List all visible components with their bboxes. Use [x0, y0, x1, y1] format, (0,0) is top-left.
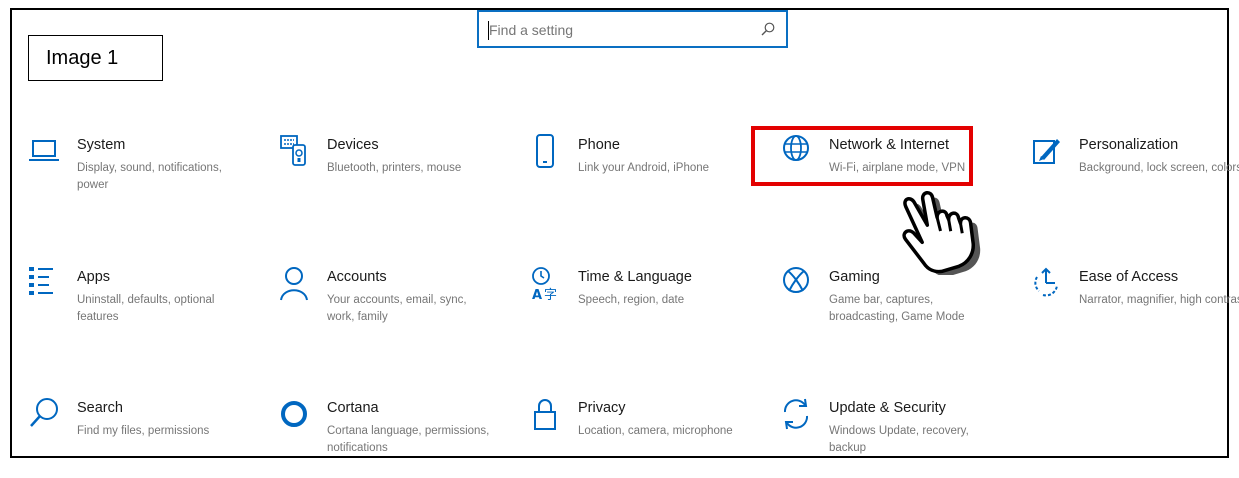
update-icon — [779, 398, 813, 438]
settings-tile-phone[interactable]: Phone Link your Android, iPhone — [528, 134, 758, 215]
search-icon[interactable] — [760, 21, 776, 37]
tile-title: Phone — [578, 137, 620, 153]
xbox-icon — [779, 267, 813, 307]
search-input[interactable] — [489, 18, 759, 42]
laptop-icon — [27, 135, 61, 175]
svg-text:字: 字 — [544, 288, 557, 303]
tile-title: Cortana — [327, 400, 379, 416]
screenshot-frame — [10, 8, 1229, 458]
tile-title: Time & Language — [578, 269, 692, 285]
tile-description: Your accounts, email, sync, work, family — [327, 294, 467, 323]
settings-tile-personalization[interactable]: Personalization Background, lock screen,… — [1029, 135, 1239, 215]
cortana-icon — [277, 398, 311, 438]
tile-description: Link your Android, iPhone — [578, 162, 710, 174]
settings-tile-system[interactable]: System Display, sound, notifications, po… — [27, 135, 257, 215]
settings-tile-update-security[interactable]: Update & Security Windows Update, recove… — [779, 398, 1009, 478]
phone-icon — [528, 134, 562, 175]
tile-description: Game bar, captures, broadcasting, Game M… — [829, 294, 965, 323]
tile-title: Apps — [77, 269, 111, 285]
tile-title: Accounts — [327, 269, 387, 285]
tile-title: Update & Security — [829, 400, 946, 416]
tile-description: Background, lock screen, colors — [1079, 162, 1239, 174]
magnifier-icon — [27, 398, 61, 438]
search-box[interactable] — [477, 10, 788, 48]
tile-title: Search — [77, 400, 123, 416]
tile-description: Display, sound, notifications, power — [77, 162, 222, 191]
tile-description: Speech, region, date — [578, 294, 685, 306]
settings-tile-devices[interactable]: Devices Bluetooth, printers, mouse — [277, 135, 507, 215]
settings-tile-accounts[interactable]: Accounts Your accounts, email, sync, wor… — [277, 267, 507, 347]
person-icon — [277, 267, 311, 307]
tile-title: System — [77, 137, 126, 153]
image-label: Image 1 — [28, 35, 163, 81]
tile-title: Privacy — [578, 400, 626, 416]
tile-description: Uninstall, defaults, optional features — [77, 294, 215, 323]
settings-tile-privacy[interactable]: Privacy Location, camera, microphone — [528, 398, 758, 478]
tile-description: Location, camera, microphone — [578, 425, 733, 437]
pointing-hand-icon — [902, 191, 981, 275]
time-language-icon: A 字 — [528, 267, 562, 307]
tile-title: Ease of Access — [1079, 269, 1179, 285]
tile-description: Find my files, permissions — [77, 425, 210, 437]
settings-tile-cortana[interactable]: Cortana Cortana language, permissions, n… — [277, 398, 507, 478]
ease-of-access-icon — [1029, 267, 1063, 307]
apps-list-icon — [27, 267, 61, 307]
tile-description: Bluetooth, printers, mouse — [327, 162, 462, 174]
settings-tile-ease-of-access[interactable]: Ease of Access Narrator, magnifier, high… — [1029, 267, 1239, 347]
svg-text:A: A — [532, 288, 542, 303]
settings-tile-apps[interactable]: Apps Uninstall, defaults, optional featu… — [27, 267, 257, 347]
tile-title: Personalization — [1079, 137, 1179, 153]
devices-icon — [277, 135, 311, 175]
tile-title: Gaming — [829, 269, 880, 285]
lock-icon — [528, 398, 562, 438]
settings-tile-search[interactable]: Search Find my files, permissions — [27, 398, 257, 478]
settings-tile-time-language[interactable]: A 字 Time & Language Speech, region, date — [528, 267, 758, 347]
settings-tile-gaming[interactable]: Gaming Game bar, captures, broadcasting,… — [779, 267, 1009, 347]
tile-description: Cortana language, permissions, notificat… — [327, 425, 490, 454]
paint-icon — [1029, 135, 1063, 175]
tile-title: Devices — [327, 137, 379, 153]
tile-description: Narrator, magnifier, high contrast — [1079, 294, 1239, 306]
tile-description: Windows Update, recovery, backup — [829, 425, 969, 454]
